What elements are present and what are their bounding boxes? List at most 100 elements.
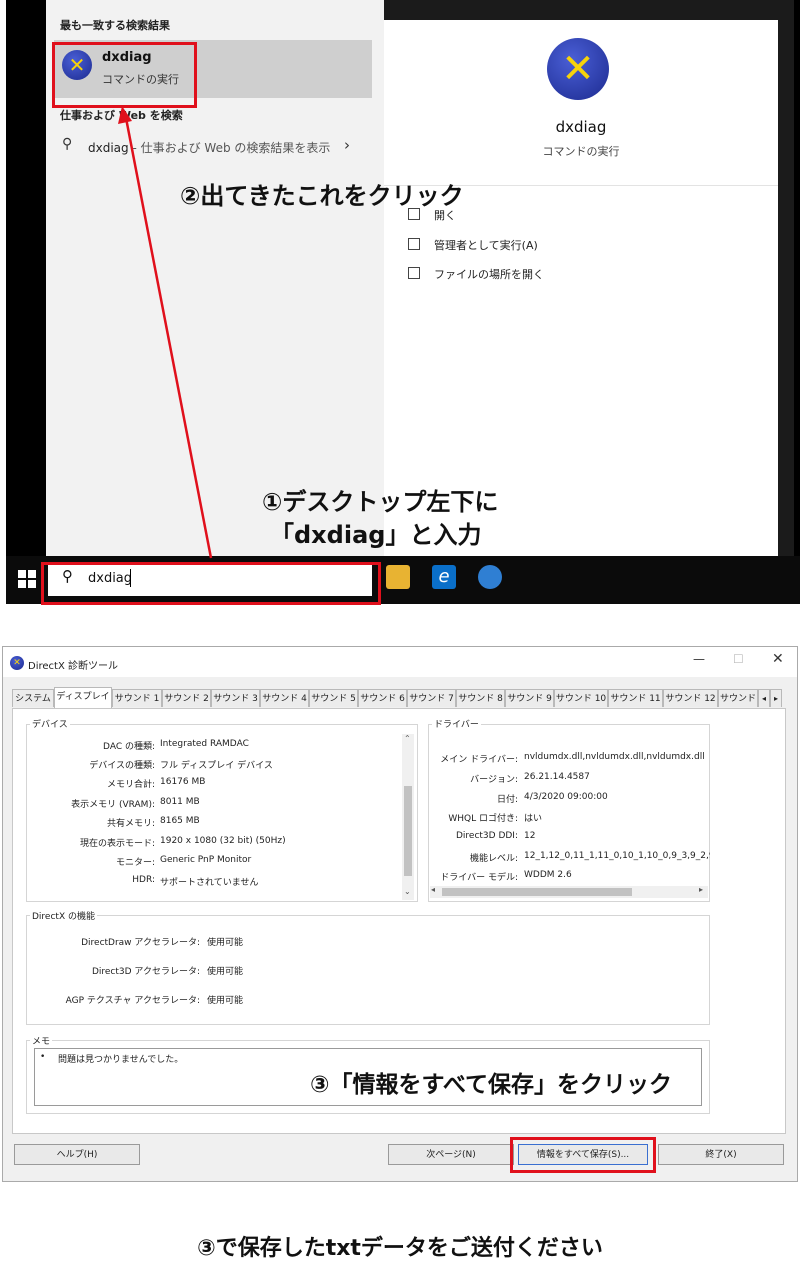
help-button[interactable]: ヘルプ(H) bbox=[14, 1144, 140, 1165]
tab-sound-3[interactable]: サウンド 3 bbox=[211, 689, 260, 707]
tab-sound-5[interactable]: サウンド 5 bbox=[309, 689, 358, 707]
device-key: 現在の表示モード: bbox=[79, 839, 155, 849]
close-icon[interactable]: ✕ bbox=[772, 651, 784, 667]
dxdiag-icon: ✕ bbox=[10, 656, 24, 670]
driver-value: 12 bbox=[524, 831, 536, 841]
feature-key: AGP テクスチャ アクセラレータ: bbox=[65, 996, 200, 1006]
app-icon[interactable] bbox=[478, 565, 502, 589]
driver-rows: メイン ドライバー: nvldumdx.dll,nvldumdx.dll,nvl… bbox=[428, 740, 710, 885]
device-value: Integrated RAMDAC bbox=[160, 739, 249, 749]
feature-value: 使用可能 bbox=[207, 996, 244, 1006]
internet-explorer-icon[interactable]: e bbox=[432, 565, 456, 589]
callout-step-1-line-1: ①デスクトップ左下に bbox=[262, 488, 499, 516]
driver-value: WDDM 2.6 bbox=[524, 870, 572, 880]
device-value: 8011 MB bbox=[160, 797, 200, 807]
tab-sound-7[interactable]: サウンド 7 bbox=[407, 689, 456, 707]
device-value: 16176 MB bbox=[160, 777, 206, 787]
minimize-icon[interactable]: — bbox=[693, 652, 705, 666]
web-search-row[interactable]: dxdiag - 仕事および Web の検索結果を表示 bbox=[88, 139, 330, 156]
tab-sound-12[interactable]: サウンド 12 bbox=[663, 689, 718, 707]
driver-value: 4/3/2020 09:00:00 bbox=[524, 792, 608, 802]
web-search-heading: 仕事および Web を検索 bbox=[60, 109, 183, 122]
search-icon: ⚲ bbox=[62, 136, 73, 152]
tab-sound-2[interactable]: サウンド 2 bbox=[162, 689, 211, 707]
callout-step-3: ③「情報をすべて保存」をクリック bbox=[310, 1072, 672, 1098]
memo-text: 問題は見つかりませんでした。 bbox=[58, 1055, 184, 1065]
driver-key: 機能レベル: bbox=[469, 854, 518, 864]
dx-window-title: DirectX 診断ツール bbox=[28, 661, 118, 672]
chevron-right-icon[interactable]: › bbox=[344, 136, 350, 154]
windows-start-icon[interactable] bbox=[18, 570, 36, 588]
tab-sound-4[interactable]: サウンド 4 bbox=[260, 689, 309, 707]
driver-key: WHQL ロゴ付き: bbox=[448, 814, 518, 824]
tab-sound-more[interactable]: サウンド bbox=[718, 689, 758, 707]
driver-value: はい bbox=[524, 814, 543, 824]
tab-sound-11[interactable]: サウンド 11 bbox=[608, 689, 663, 707]
driver-key: 日付: bbox=[496, 795, 518, 805]
feature-key: DirectDraw アクセラレータ: bbox=[81, 938, 200, 948]
next-page-button[interactable]: 次ページ(N) bbox=[388, 1144, 514, 1165]
exit-button[interactable]: 終了(X) bbox=[658, 1144, 784, 1165]
dx-tab-strip: システム ディスプレイ サウンド 1 サウンド 2 サウンド 3 サウンド 4 … bbox=[12, 687, 784, 709]
feature-value: 使用可能 bbox=[207, 967, 244, 977]
device-key: HDR: bbox=[132, 875, 155, 885]
preview-title: dxdiag bbox=[555, 118, 607, 136]
tab-system[interactable]: システム bbox=[12, 689, 54, 707]
driver-key: バージョン: bbox=[470, 775, 518, 785]
driver-key: Direct3D DDI: bbox=[455, 831, 518, 841]
shield-icon bbox=[408, 238, 420, 250]
device-key: DAC の種類: bbox=[103, 742, 155, 752]
best-match-highlight bbox=[52, 42, 197, 108]
maximize-icon[interactable]: ☐ bbox=[733, 652, 744, 666]
scroll-down-icon[interactable]: ⌄ bbox=[404, 887, 411, 896]
tab-scroll-right-icon[interactable]: ▸ bbox=[770, 689, 782, 707]
device-value: フル ディスプレイ デバイス bbox=[160, 761, 273, 771]
tab-sound-6[interactable]: サウンド 6 bbox=[358, 689, 407, 707]
device-value: サポートされていません bbox=[160, 878, 259, 888]
callout-step-1-line-2: 「dxdiag」と入力 bbox=[270, 521, 482, 549]
dx-titlebar bbox=[3, 647, 797, 677]
search-box-highlight bbox=[41, 562, 381, 605]
dxdiag-preview-icon: ✕ bbox=[547, 38, 609, 100]
memo-bullet: • bbox=[40, 1052, 46, 1062]
web-search-suffix: - 仕事および Web の検索結果を表示 bbox=[128, 141, 331, 155]
tab-sound-1[interactable]: サウンド 1 bbox=[112, 689, 162, 707]
callout-step-2: ②出てきたこれをクリック bbox=[180, 182, 464, 210]
web-search-query: dxdiag bbox=[88, 141, 129, 155]
device-key: デバイスの種類: bbox=[89, 761, 155, 771]
tab-display[interactable]: ディスプレイ bbox=[54, 687, 112, 708]
folder-location-icon bbox=[408, 267, 420, 279]
device-key: メモリ合計: bbox=[106, 780, 155, 790]
action-open-file-location[interactable]: ファイルの場所を開く bbox=[408, 266, 544, 282]
device-value: Generic PnP Monitor bbox=[160, 855, 252, 865]
directx-features-label: DirectX の機能 bbox=[30, 909, 97, 922]
device-group-label: デバイス bbox=[30, 717, 70, 730]
scroll-up-icon[interactable]: ⌃ bbox=[404, 734, 411, 743]
device-key: 表示メモリ (VRAM): bbox=[71, 800, 155, 810]
action-admin-label: 管理者として実行(A) bbox=[434, 239, 538, 252]
driver-value: 12_1,12_0,11_1,11_0,10_1,10_0,9_3,9_2,9_… bbox=[524, 851, 710, 861]
file-explorer-icon[interactable] bbox=[386, 565, 410, 589]
driver-h-scrollbar-thumb[interactable] bbox=[442, 888, 632, 896]
driver-key: メイン ドライバー: bbox=[440, 755, 518, 765]
tab-sound-10[interactable]: サウンド 10 bbox=[554, 689, 608, 707]
device-key: 共有メモリ: bbox=[106, 819, 155, 829]
device-value: 1920 x 1080 (32 bit) (50Hz) bbox=[160, 836, 286, 846]
device-scrollbar-thumb[interactable] bbox=[404, 786, 412, 876]
tab-sound-9[interactable]: サウンド 9 bbox=[505, 689, 554, 707]
action-location-label: ファイルの場所を開く bbox=[434, 268, 544, 281]
footer-instruction: ③で保存したtxtデータをご送付ください bbox=[197, 1236, 603, 1261]
scroll-left-icon[interactable]: ◂ bbox=[431, 885, 435, 894]
device-key: モニター: bbox=[115, 858, 155, 868]
best-match-heading: 最も一致する検索結果 bbox=[60, 19, 170, 32]
device-value: 8165 MB bbox=[160, 816, 200, 826]
tab-scroll-left-icon[interactable]: ◂ bbox=[758, 689, 770, 707]
save-all-highlight bbox=[510, 1137, 656, 1173]
tab-sound-8[interactable]: サウンド 8 bbox=[456, 689, 505, 707]
preview-subtitle: コマンドの実行 bbox=[542, 145, 620, 158]
feature-key: Direct3D アクセラレータ: bbox=[91, 967, 200, 977]
memo-group-label: メモ bbox=[30, 1034, 53, 1047]
driver-value: nvldumdx.dll,nvldumdx.dll,nvldumdx.dll bbox=[524, 752, 705, 762]
action-run-as-admin[interactable]: 管理者として実行(A) bbox=[408, 237, 538, 253]
scroll-right-icon[interactable]: ▸ bbox=[699, 885, 703, 894]
